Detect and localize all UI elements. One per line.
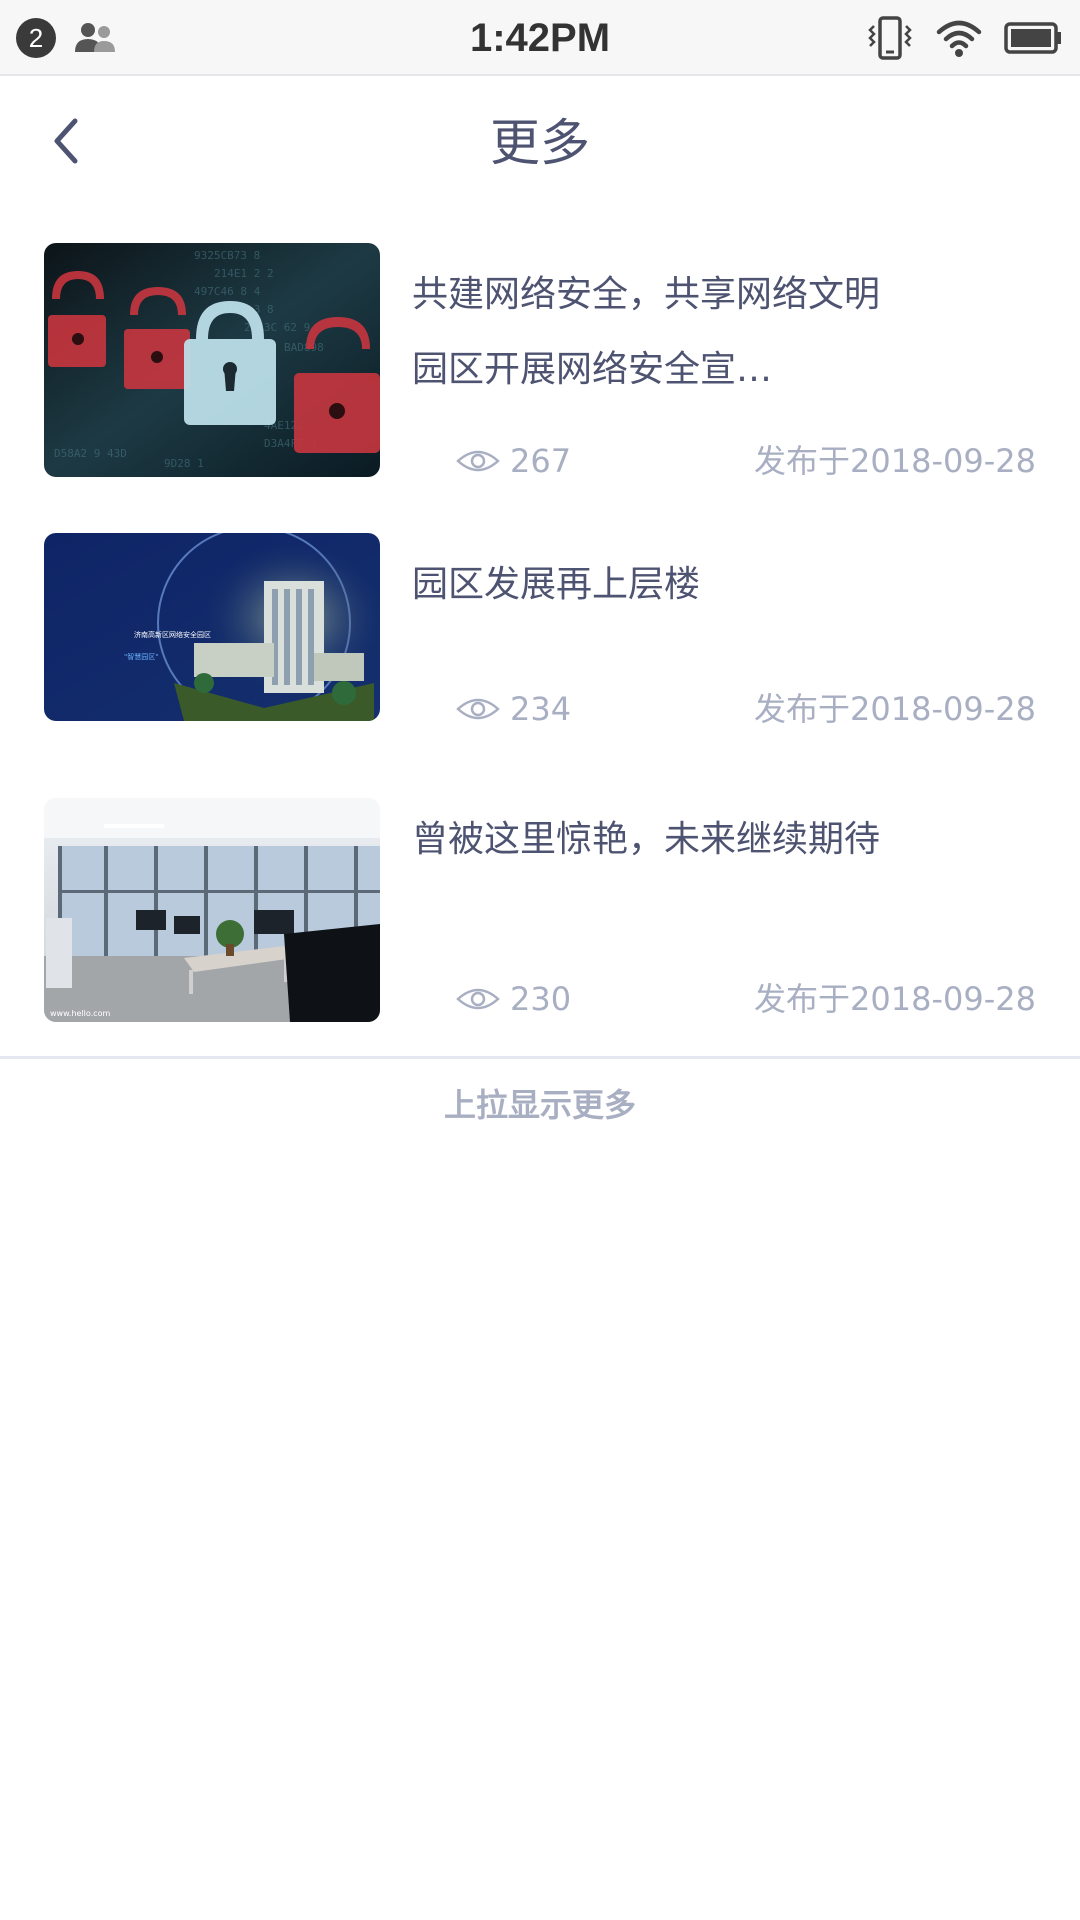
view-count: 230 bbox=[456, 977, 571, 1021]
status-icons bbox=[866, 16, 1062, 60]
view-count: 234 bbox=[456, 687, 571, 731]
news-thumbnail: 9325CB73 8 214E1 2 2 497C46 8 4 234AB 3 … bbox=[44, 243, 380, 477]
svg-text:214E1 2 2: 214E1 2 2 bbox=[214, 267, 274, 280]
publish-date: 发布于2018-09-28 bbox=[754, 442, 1036, 480]
view-count-value: 267 bbox=[510, 442, 572, 480]
padlock-image: 9325CB73 8 214E1 2 2 497C46 8 4 234AB 3 … bbox=[44, 243, 380, 477]
news-thumbnail: www.hello.com bbox=[44, 798, 380, 1022]
load-more-hint[interactable]: 上拉显示更多 bbox=[0, 1080, 1080, 1130]
top-navigation: 更多 bbox=[0, 76, 1080, 210]
news-title: 共建网络安全，共享网络文明 园区开展网络安全宣… bbox=[412, 274, 881, 390]
news-item[interactable]: 9325CB73 8 214E1 2 2 497C46 8 4 234AB 3 … bbox=[0, 210, 1080, 500]
svg-text:"智慧园区": "智慧园区" bbox=[124, 652, 158, 661]
park-building-image: 济南高新区网络安全园区 "智慧园区" bbox=[44, 533, 380, 721]
news-title: 曾被这里惊艳，未来继续期待 bbox=[412, 819, 881, 860]
office-interior-image: www.hello.com bbox=[44, 798, 380, 1022]
news-title: 园区发展再上层楼 bbox=[412, 564, 701, 605]
vibrate-icon bbox=[868, 16, 912, 60]
battery-icon bbox=[1004, 22, 1061, 54]
svg-text:BAD898: BAD898 bbox=[284, 341, 324, 354]
news-item[interactable]: www.hello.com 曾被这里惊艳，未来继续期待 230 发布于2018-… bbox=[0, 755, 1080, 1055]
view-count-value: 234 bbox=[510, 690, 572, 728]
svg-text:9325CB73 8: 9325CB73 8 bbox=[194, 249, 260, 262]
page-title: 更多 bbox=[490, 114, 590, 172]
news-item[interactable]: 济南高新区网络安全园区 "智慧园区" 园区发展再上层楼 234 发布于2018-… bbox=[0, 500, 1080, 755]
list-divider bbox=[0, 1056, 1080, 1059]
wifi-icon bbox=[936, 20, 982, 57]
eye-icon bbox=[456, 450, 500, 472]
status-bar: 2 1:42PM bbox=[0, 0, 1080, 76]
svg-text:9D28 1: 9D28 1 bbox=[164, 457, 204, 470]
svg-text:D58A2 9 43D: D58A2 9 43D bbox=[54, 447, 127, 460]
svg-text:www.hello.com: www.hello.com bbox=[50, 1009, 110, 1018]
svg-text:济南高新区网络安全园区: 济南高新区网络安全园区 bbox=[134, 630, 211, 639]
news-thumbnail: 济南高新区网络安全园区 "智慧园区" bbox=[44, 533, 380, 721]
view-count: 267 bbox=[456, 439, 571, 483]
svg-text:497C46 8 4: 497C46 8 4 bbox=[194, 285, 261, 298]
publish-date: 发布于2018-09-28 bbox=[754, 980, 1036, 1018]
eye-icon bbox=[456, 988, 500, 1010]
eye-icon bbox=[456, 698, 500, 720]
publish-date: 发布于2018-09-28 bbox=[754, 690, 1036, 728]
view-count-value: 230 bbox=[510, 980, 572, 1018]
